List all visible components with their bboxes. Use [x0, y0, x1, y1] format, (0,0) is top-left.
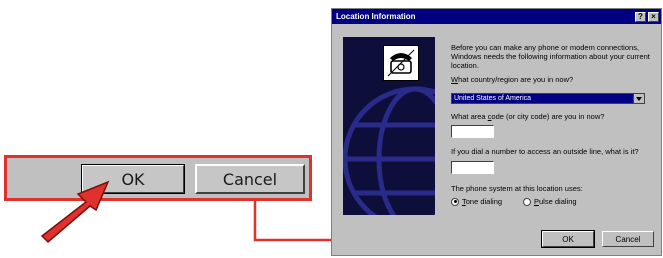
country-label-rest: hat country/region are you in now? [458, 75, 574, 84]
close-button[interactable]: × [648, 11, 659, 22]
pulse-label-rest: ulse dialing [539, 197, 577, 206]
country-label: What country/region are you in now? [451, 75, 573, 84]
country-select-value: United States of America [454, 95, 532, 102]
pulse-label: Pulse dialing [534, 197, 577, 206]
outside-line-label: If you dial a number to access an outsid… [451, 147, 639, 156]
globe-illustration [343, 37, 435, 215]
phone-system-label: The phone system at this location uses: [451, 184, 583, 193]
dialog-titlebar: Location Information ? × [332, 9, 661, 24]
ok-button[interactable]: OK [541, 230, 595, 248]
tone-dialing-option[interactable]: Tone dialing [451, 197, 502, 206]
area-label-rest: ode (or city code) are you in now? [491, 112, 605, 121]
area-code-input[interactable] [451, 125, 494, 138]
area-code-label: What area code (or city code) are you in… [451, 112, 604, 121]
help-button[interactable]: ? [635, 11, 646, 22]
pulse-dialing-option[interactable]: Pulse dialing [523, 197, 577, 206]
country-select[interactable]: United States of America [451, 93, 645, 104]
tone-radio[interactable] [451, 197, 459, 206]
area-label-pre: What area [451, 112, 488, 121]
cancel-button[interactable]: Cancel [602, 231, 654, 247]
pulse-radio[interactable] [523, 197, 531, 206]
tone-label-rest: one dialing [465, 197, 503, 206]
zoomed-cancel-button[interactable]: Cancel [195, 164, 305, 194]
tone-label: Tone dialing [462, 197, 502, 206]
dialog-title: Location Information [336, 12, 416, 21]
outside-line-input[interactable] [451, 161, 494, 174]
pointer-arrow-icon [40, 180, 110, 244]
intro-text: Before you can make any phone or modem c… [451, 43, 650, 70]
radio-selected-dot [453, 200, 457, 203]
chevron-down-icon[interactable] [633, 94, 644, 103]
telephone-icon [383, 45, 419, 81]
location-information-dialog: Location Information ? × Before you can … [331, 8, 662, 256]
